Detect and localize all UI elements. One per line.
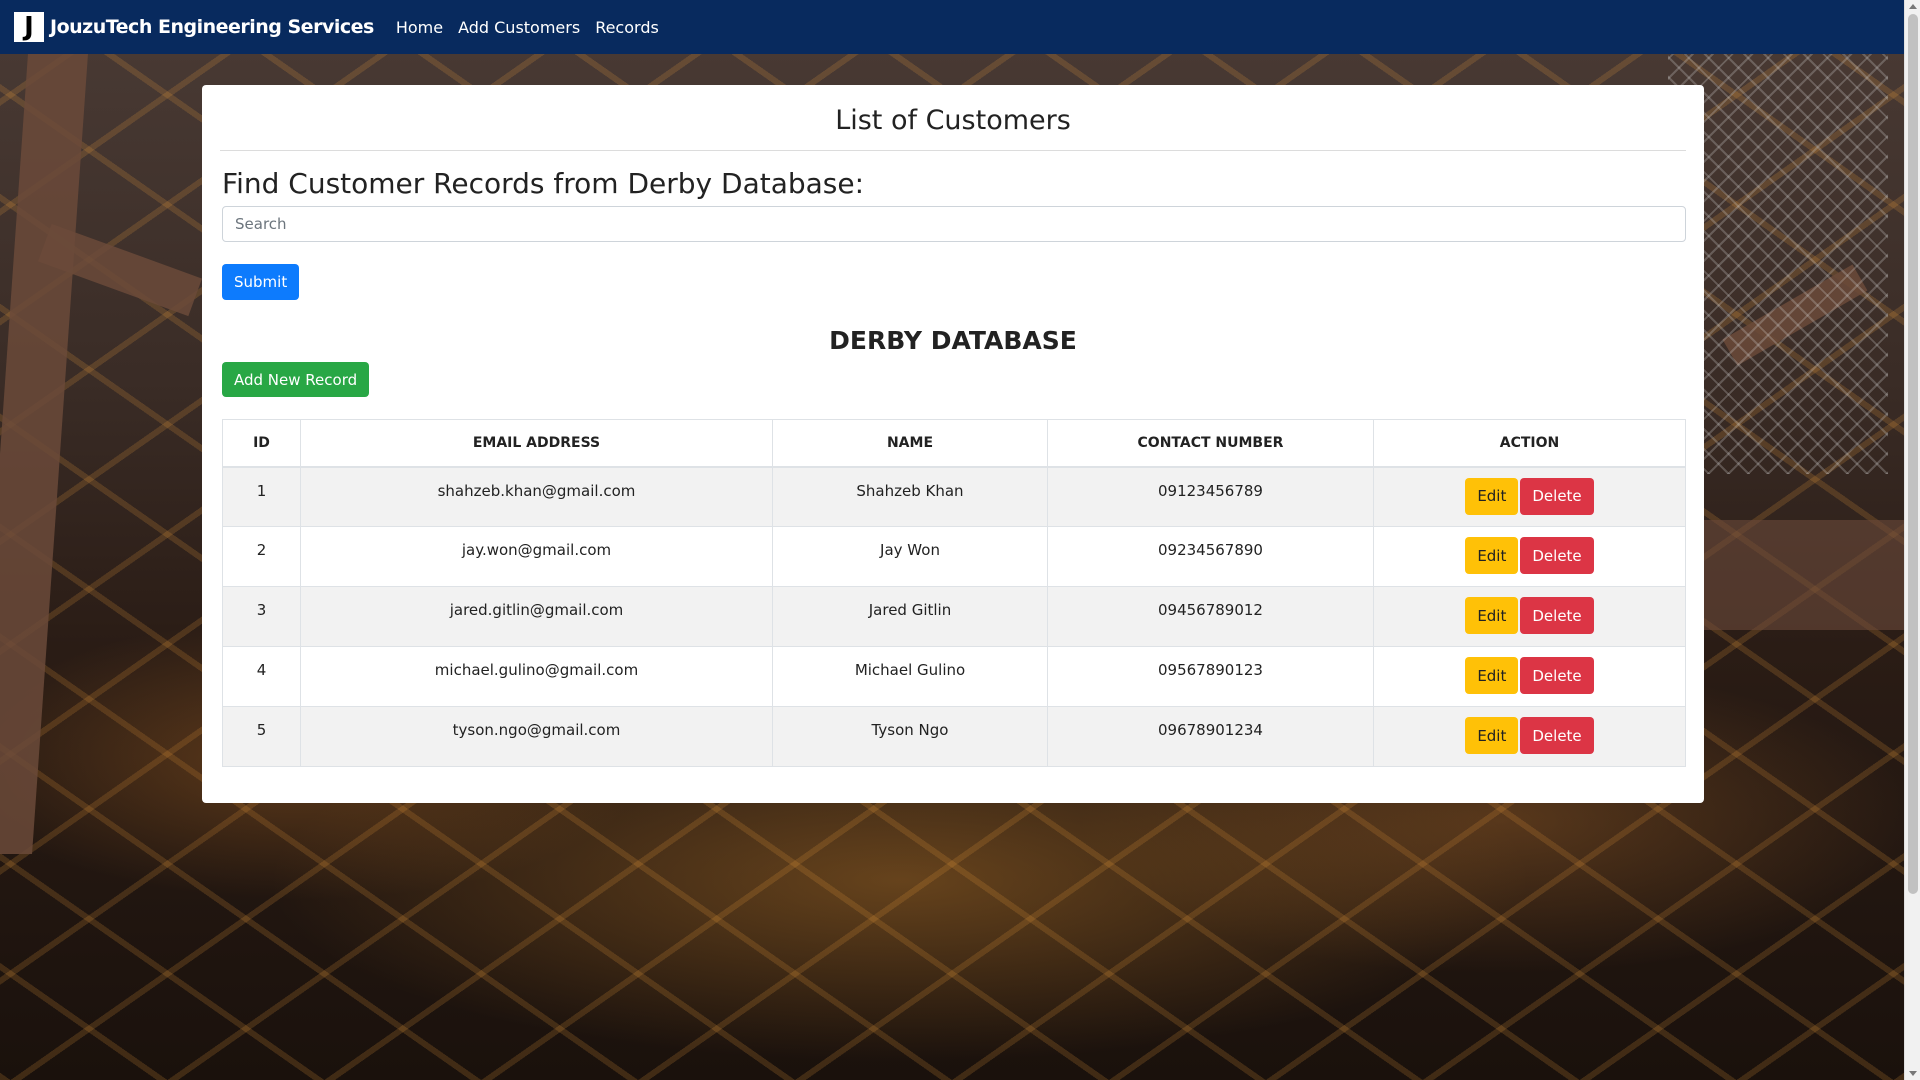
table-row: 1 shahzeb.khan@gmail.com Shahzeb Khan 09… <box>222 466 1686 527</box>
table-row: 4 michael.gulino@gmail.com Michael Gulin… <box>222 646 1686 707</box>
cell-action: Edit Delete <box>1373 646 1686 707</box>
navbar: J JouzuTech Engineering Services Home Ad… <box>0 0 1904 54</box>
cell-contact: 09678901234 <box>1047 706 1374 767</box>
header-contact: CONTACT NUMBER <box>1047 419 1374 468</box>
nav-link-home[interactable]: Home <box>396 18 443 37</box>
cell-name: Jared Gitlin <box>772 586 1048 647</box>
delete-button[interactable]: Delete <box>1520 717 1594 754</box>
cell-contact: 09234567890 <box>1047 526 1374 587</box>
table-row: 5 tyson.ngo@gmail.com Tyson Ngo 09678901… <box>222 706 1686 767</box>
brand[interactable]: J JouzuTech Engineering Services <box>14 12 374 42</box>
cell-action: Edit Delete <box>1373 526 1686 587</box>
delete-button[interactable]: Delete <box>1520 657 1594 694</box>
edit-button[interactable]: Edit <box>1465 717 1519 754</box>
cell-action: Edit Delete <box>1373 586 1686 647</box>
cell-email: michael.gulino@gmail.com <box>300 646 773 707</box>
search-input[interactable] <box>222 206 1686 242</box>
cell-email: jay.won@gmail.com <box>300 526 773 587</box>
cell-name: Jay Won <box>772 526 1048 587</box>
cell-email: jared.gitlin@gmail.com <box>300 586 773 647</box>
edit-button[interactable]: Edit <box>1465 657 1519 694</box>
cell-id: 4 <box>222 646 301 707</box>
scroll-up-arrow-icon[interactable] <box>1909 4 1917 9</box>
cell-email: shahzeb.khan@gmail.com <box>300 466 773 527</box>
background-beam <box>0 54 88 854</box>
brand-name: JouzuTech Engineering Services <box>50 16 374 38</box>
cell-id: 5 <box>222 706 301 767</box>
table-row: 3 jared.gitlin@gmail.com Jared Gitlin 09… <box>222 586 1686 647</box>
nav-link-records[interactable]: Records <box>595 18 659 37</box>
cell-contact: 09567890123 <box>1047 646 1374 707</box>
find-heading: Find Customer Records from Derby Databas… <box>222 167 865 200</box>
header-name: NAME <box>772 419 1048 468</box>
page-scrollbar[interactable] <box>1904 0 1920 1080</box>
cell-name: Shahzeb Khan <box>772 466 1048 527</box>
database-title: DERBY DATABASE <box>829 326 1077 355</box>
add-new-record-button[interactable]: Add New Record <box>222 362 370 397</box>
cell-name: Tyson Ngo <box>772 706 1048 767</box>
customers-table: ID EMAIL ADDRESS NAME CONTACT NUMBER ACT… <box>222 419 1686 767</box>
submit-button[interactable]: Submit <box>222 264 300 300</box>
table-row: 2 jay.won@gmail.com Jay Won 09234567890 … <box>222 526 1686 587</box>
table-header-row: ID EMAIL ADDRESS NAME CONTACT NUMBER ACT… <box>222 419 1686 468</box>
cell-action: Edit Delete <box>1373 466 1686 527</box>
delete-button[interactable]: Delete <box>1520 597 1594 634</box>
cell-id: 1 <box>222 466 301 527</box>
scroll-down-arrow-icon[interactable] <box>1909 1071 1917 1076</box>
header-action: ACTION <box>1373 419 1686 468</box>
customers-card: List of Customers Find Customer Records … <box>202 85 1704 803</box>
brand-logo-icon: J <box>14 12 44 42</box>
cell-contact: 09456789012 <box>1047 586 1374 647</box>
cell-id: 3 <box>222 586 301 647</box>
cell-email: tyson.ngo@gmail.com <box>300 706 773 767</box>
delete-button[interactable]: Delete <box>1520 477 1594 515</box>
nav-link-add-customers[interactable]: Add Customers <box>458 18 580 37</box>
cell-action: Edit Delete <box>1373 706 1686 767</box>
background-beam <box>1704 520 1904 630</box>
scrollbar-thumb[interactable] <box>1908 14 1918 894</box>
delete-button[interactable]: Delete <box>1520 537 1594 574</box>
cell-contact: 09123456789 <box>1047 466 1374 527</box>
cell-id: 2 <box>222 526 301 587</box>
edit-button[interactable]: Edit <box>1465 477 1519 515</box>
edit-button[interactable]: Edit <box>1465 597 1519 634</box>
page-title: List of Customers <box>220 85 1686 151</box>
header-id: ID <box>222 419 301 468</box>
cell-name: Michael Gulino <box>772 646 1048 707</box>
header-email: EMAIL ADDRESS <box>300 419 773 468</box>
edit-button[interactable]: Edit <box>1465 537 1519 574</box>
